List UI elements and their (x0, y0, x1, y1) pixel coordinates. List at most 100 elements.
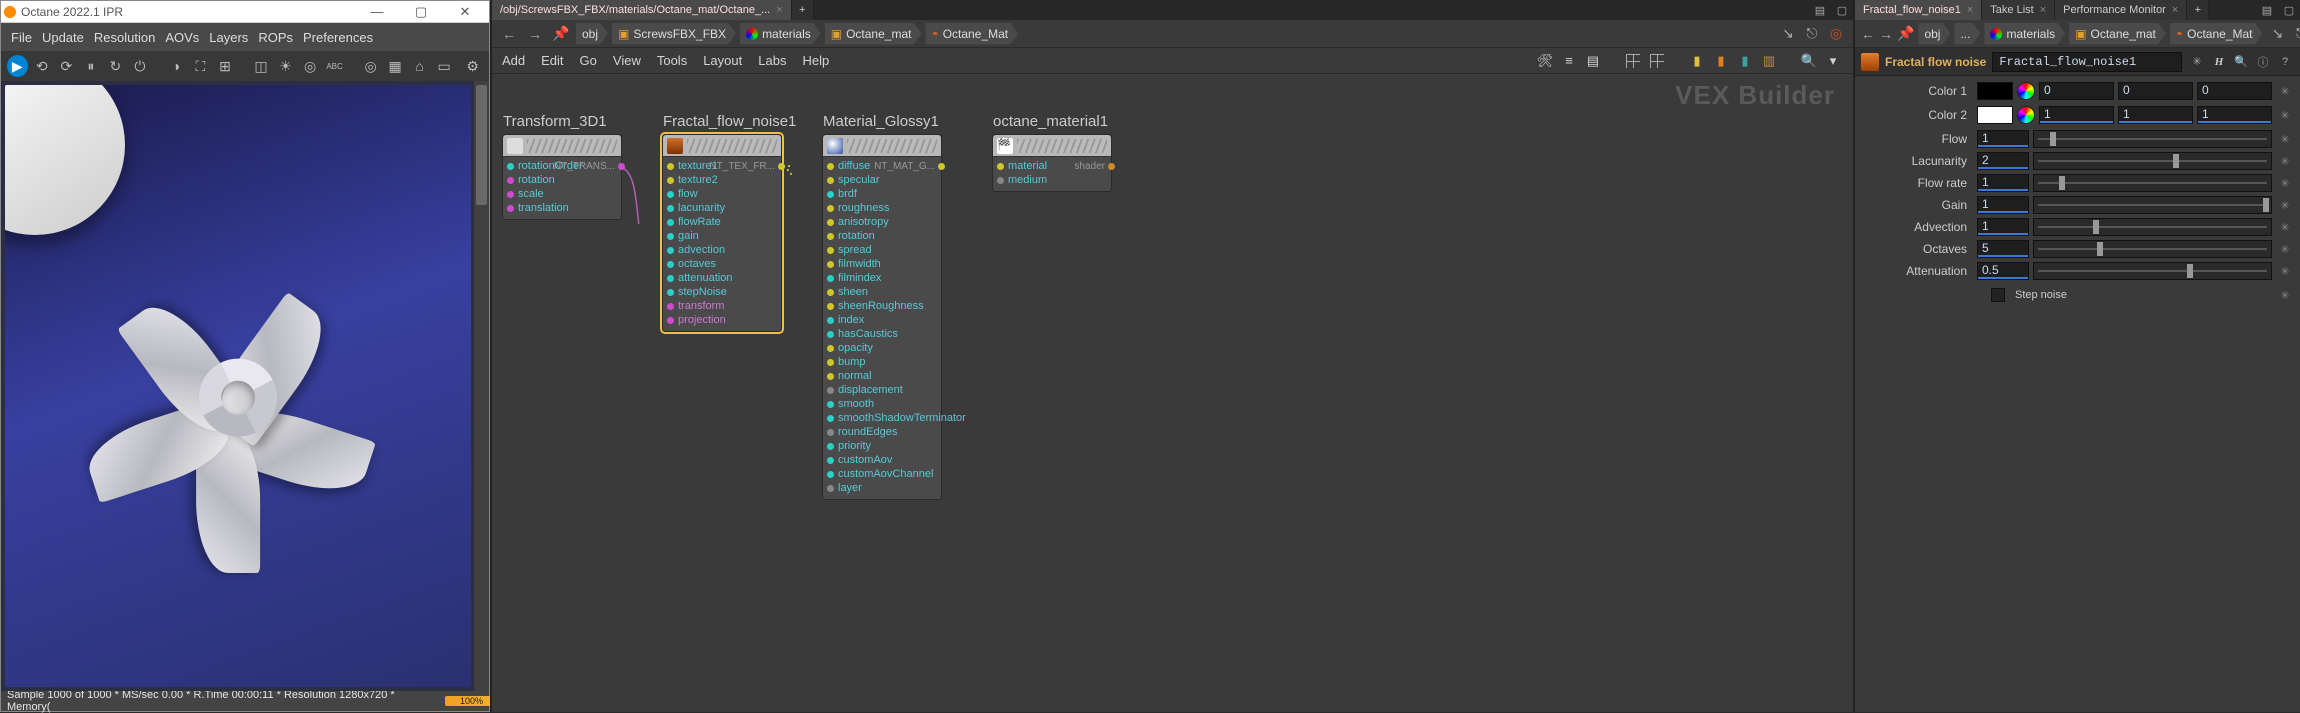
flow-field[interactable]: 1 (1977, 130, 2029, 148)
tab-close-icon[interactable]: × (776, 4, 782, 16)
port-dot-icon[interactable] (827, 177, 834, 184)
node-octane-material1[interactable]: octane_material1 🏁 shader materialmedium (992, 134, 1112, 192)
home-icon[interactable]: ⌂ (409, 55, 430, 77)
input-port[interactable]: opacity (827, 341, 937, 355)
crumb-materials[interactable]: materials (740, 23, 821, 45)
search-icon[interactable]: 🔍 (1799, 51, 1819, 71)
input-port[interactable]: spread (827, 243, 937, 257)
advection-slider[interactable] (2033, 218, 2272, 236)
input-port[interactable]: filmindex (827, 271, 937, 285)
flow-slider[interactable] (2033, 130, 2272, 148)
tab-add-button[interactable]: + (792, 0, 814, 20)
port-dot-icon[interactable] (827, 373, 834, 380)
port-dot-icon[interactable] (997, 163, 1004, 170)
color1-b[interactable]: 0 (2197, 82, 2272, 100)
view-panel-icon[interactable]: ▤ (1583, 51, 1603, 71)
input-port[interactable]: sheenRoughness (827, 299, 937, 313)
note-box-icon[interactable]: ▥ (1759, 51, 1779, 71)
color1-g[interactable]: 0 (2118, 82, 2193, 100)
grid-icon[interactable]: ▦ (385, 55, 406, 77)
stepnoise-checkbox[interactable] (1991, 288, 2005, 302)
port-dot-icon[interactable] (827, 247, 834, 254)
menu-edit[interactable]: Edit (541, 53, 563, 68)
input-port[interactable]: lacunarity (667, 201, 777, 215)
rect-icon[interactable]: ▭ (434, 55, 455, 77)
menu-layers[interactable]: Layers (209, 30, 248, 45)
crumb-obj[interactable]: obj (576, 23, 608, 45)
port-dot-icon[interactable] (827, 205, 834, 212)
close-button[interactable]: ✕ (443, 1, 487, 23)
nav-level-icon[interactable]: ⎋ (1801, 23, 1823, 45)
output-port[interactable] (938, 163, 945, 170)
dropdown-icon[interactable]: ▾ (1823, 51, 1843, 71)
window-titlebar[interactable]: Octane 2022.1 IPR — ▢ ✕ (1, 1, 489, 23)
view-list-icon[interactable]: ≡ (1559, 51, 1579, 71)
node-name-field[interactable] (1992, 52, 2182, 72)
menu-resolution[interactable]: Resolution (94, 30, 155, 45)
menu-add[interactable]: Add (502, 53, 525, 68)
hscript-icon[interactable]: H (2210, 53, 2228, 71)
input-port[interactable]: roundEdges (827, 425, 937, 439)
pane-maximize-icon[interactable]: ▢ (1831, 0, 1853, 20)
help-icon[interactable]: ? (2276, 53, 2294, 71)
crumb-materials[interactable]: materials (1984, 23, 2065, 45)
port-dot-icon[interactable] (827, 191, 834, 198)
settings-gear-icon[interactable]: ⚙ (462, 55, 483, 77)
octaves-slider[interactable] (2033, 240, 2272, 258)
input-port[interactable]: scale (507, 187, 617, 201)
network-tab[interactable]: /obj/ScrewsFBX_FBX/materials/Octane_mat/… (492, 0, 792, 20)
refresh-button[interactable]: ↻ (105, 55, 126, 77)
input-port[interactable]: hasCaustics (827, 327, 937, 341)
tab-takelist[interactable]: Take List× (1982, 0, 2055, 20)
nav-back-icon[interactable]: ← (1861, 23, 1875, 45)
nav-back-icon[interactable]: ← (498, 23, 520, 45)
tab-add-button[interactable]: + (2187, 0, 2209, 20)
nav-pin-icon[interactable]: 📌 (550, 23, 572, 45)
param-gear-icon[interactable]: ✳ (2276, 196, 2294, 214)
advection-field[interactable]: 1 (1977, 218, 2029, 236)
port-dot-icon[interactable] (827, 317, 834, 324)
color2-b[interactable]: 1 (2197, 106, 2272, 124)
port-dot-icon[interactable] (827, 219, 834, 226)
port-dot-icon[interactable] (827, 289, 834, 296)
input-port[interactable]: octaves (667, 257, 777, 271)
nav-pin-icon[interactable]: 📌 (1897, 23, 1914, 45)
port-dot-icon[interactable] (667, 247, 674, 254)
menu-file[interactable]: File (11, 30, 32, 45)
nav-level-icon[interactable]: ⎋ (2291, 23, 2300, 45)
port-dot-icon[interactable] (827, 387, 834, 394)
port-dot-icon[interactable] (667, 303, 674, 310)
flowrate-field[interactable]: 1 (1977, 174, 2029, 192)
crumb-octane-mat[interactable]: ▣Octane_mat (2069, 23, 2166, 45)
target-icon[interactable]: ◎ (360, 55, 381, 77)
input-port[interactable]: advection (667, 243, 777, 257)
output-port[interactable] (1108, 163, 1115, 170)
crumb-octane-mat[interactable]: ▣Octane_mat (825, 23, 922, 45)
color1-r[interactable]: 0 (2039, 82, 2114, 100)
port-dot-icon[interactable] (667, 163, 674, 170)
param-gear-icon[interactable]: ✳ (2276, 262, 2294, 280)
input-port[interactable]: flow (667, 187, 777, 201)
input-port[interactable]: sheen (827, 285, 937, 299)
play-button[interactable]: ▶ (7, 55, 28, 77)
step-back-button[interactable]: ⟲ (32, 55, 53, 77)
param-gear-icon[interactable]: ✳ (2276, 82, 2294, 100)
input-port[interactable]: displacement (827, 383, 937, 397)
menu-go[interactable]: Go (580, 53, 597, 68)
abc-icon[interactable]: ABC (324, 55, 345, 77)
nav-fwd-icon[interactable]: → (1879, 23, 1893, 45)
nav-target-icon[interactable]: ◎ (1825, 23, 1847, 45)
input-port[interactable]: filmwidth (827, 257, 937, 271)
port-dot-icon[interactable] (507, 191, 514, 198)
port-dot-icon[interactable] (667, 219, 674, 226)
pane-layout-icon[interactable]: ▤ (1809, 0, 1831, 20)
power-button[interactable]: ⏻ (130, 55, 151, 77)
nav-fwd-icon[interactable]: → (524, 23, 546, 45)
menu-preferences[interactable]: Preferences (303, 30, 373, 45)
port-dot-icon[interactable] (667, 177, 674, 184)
input-port[interactable]: projection (667, 313, 777, 327)
crumb-octane-mat-node[interactable]: ◓Octane_Mat (2170, 23, 2263, 45)
input-port[interactable]: flowRate (667, 215, 777, 229)
output-port[interactable] (778, 163, 785, 170)
reload-icon[interactable]: ✳ (2188, 53, 2206, 71)
